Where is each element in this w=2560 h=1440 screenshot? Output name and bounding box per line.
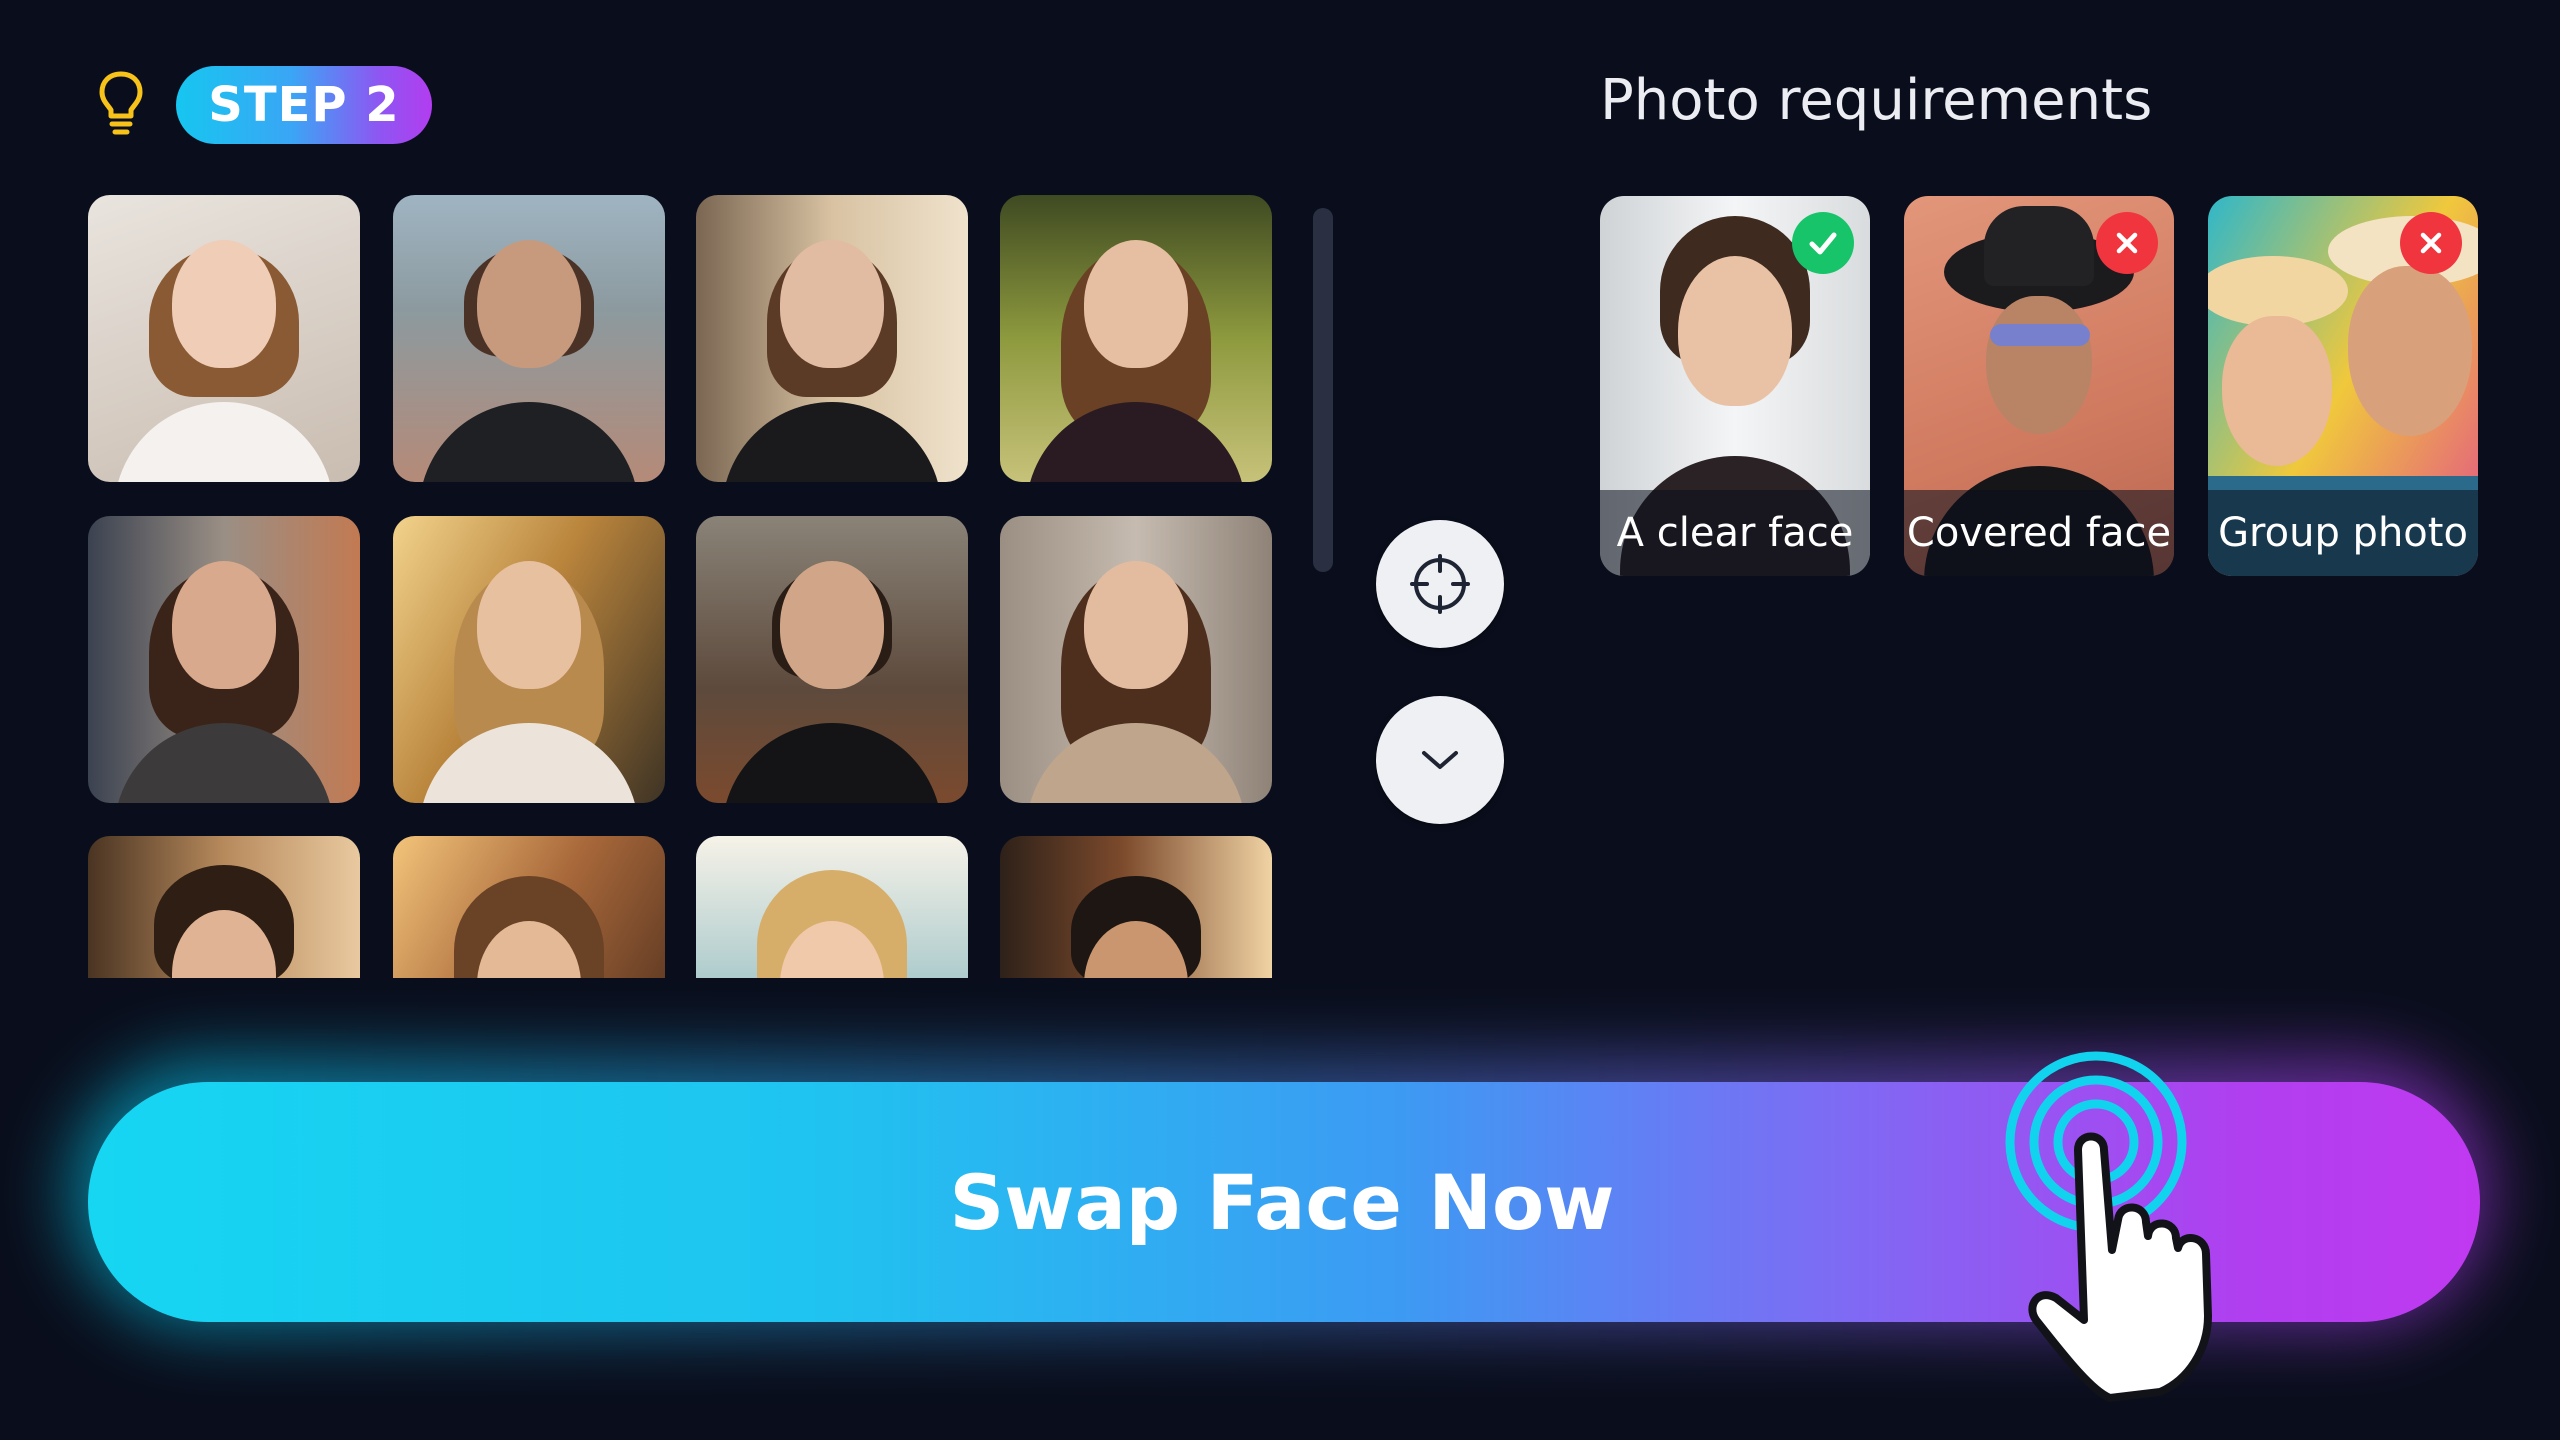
gallery-photo[interactable] (1000, 516, 1272, 803)
requirement-label: Group photo (2208, 490, 2478, 576)
requirement-label: Covered face (1904, 490, 2174, 576)
step-label: STEP 2 (208, 77, 400, 133)
status-ok-badge (1792, 212, 1854, 274)
gallery-photo[interactable] (696, 195, 968, 482)
requirements-title: Photo requirements (1600, 68, 2153, 133)
gallery-photo[interactable] (88, 836, 360, 978)
gallery-photo[interactable] (1000, 195, 1272, 482)
check-icon (1809, 232, 1837, 255)
step-badge: STEP 2 (176, 66, 432, 144)
requirement-card-covered-face: Covered face (1904, 196, 2174, 576)
face-detect-button[interactable] (1376, 520, 1504, 648)
photo-gallery[interactable] (88, 195, 1278, 978)
status-bad-badge (2096, 212, 2158, 274)
gallery-photo[interactable] (393, 516, 665, 803)
gallery-photo[interactable] (88, 516, 360, 803)
gallery-scrollbar[interactable] (1313, 208, 1333, 572)
crosshair-icon (1410, 554, 1470, 614)
gallery-photo[interactable] (696, 516, 968, 803)
gallery-photo[interactable] (393, 836, 665, 978)
load-more-button[interactable] (1376, 696, 1504, 824)
close-icon (2116, 232, 2138, 254)
gallery-photo[interactable] (88, 195, 360, 482)
gallery-photo[interactable] (393, 195, 665, 482)
hand-pointer-icon (2005, 1051, 2212, 1402)
lightbulb-icon (98, 70, 144, 136)
swap-face-label: Swap Face Now (949, 1157, 1615, 1247)
requirement-label: A clear face (1600, 490, 1870, 576)
chevron-down-icon (1422, 751, 1458, 769)
gallery-photo[interactable] (696, 836, 968, 978)
requirement-card-group-photo: Group photo (2208, 196, 2478, 576)
gallery-photo[interactable] (1000, 836, 1272, 978)
requirement-card-clear-face: A clear face (1600, 196, 1870, 576)
status-bad-badge (2400, 212, 2462, 274)
close-icon (2420, 232, 2442, 254)
